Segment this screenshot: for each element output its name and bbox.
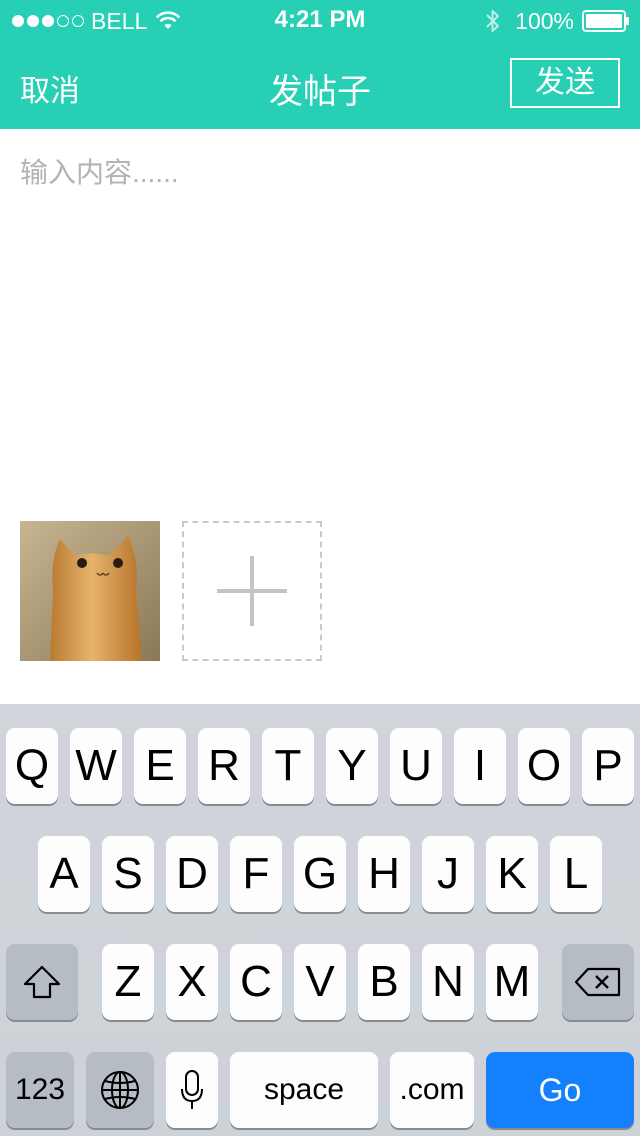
key-a[interactable]: A <box>38 836 90 912</box>
key-i[interactable]: I <box>454 728 506 804</box>
space-key[interactable]: space <box>230 1052 378 1128</box>
shift-key[interactable] <box>6 944 78 1020</box>
attached-photo-thumbnail[interactable] <box>20 521 160 661</box>
key-n[interactable]: N <box>422 944 474 1020</box>
key-h[interactable]: H <box>358 836 410 912</box>
go-key[interactable]: Go <box>486 1052 634 1128</box>
key-s[interactable]: S <box>102 836 154 912</box>
globe-key[interactable] <box>86 1052 154 1128</box>
key-u[interactable]: U <box>390 728 442 804</box>
key-o[interactable]: O <box>518 728 570 804</box>
key-f[interactable]: F <box>230 836 282 912</box>
key-v[interactable]: V <box>294 944 346 1020</box>
key-w[interactable]: W <box>70 728 122 804</box>
add-photo-button[interactable] <box>182 521 322 661</box>
dotcom-key[interactable]: .com <box>390 1052 474 1128</box>
backspace-icon <box>574 967 621 997</box>
battery-percentage: 100% <box>515 7 574 34</box>
key-k[interactable]: K <box>486 836 538 912</box>
status-bar: BELL 4:21 PM 100% <box>0 0 640 40</box>
key-j[interactable]: J <box>422 836 474 912</box>
send-button[interactable]: 发送 <box>510 58 620 108</box>
key-g[interactable]: G <box>294 836 346 912</box>
key-p[interactable]: P <box>582 728 634 804</box>
keyboard: Q W E R T Y U I O P A S D F G H J K L Z … <box>0 704 640 1136</box>
nav-bar: 取消 发帖子 发送 <box>0 40 640 129</box>
microphone-key[interactable] <box>166 1052 218 1128</box>
numbers-key[interactable]: 123 <box>6 1052 74 1128</box>
key-z[interactable]: Z <box>102 944 154 1020</box>
shift-icon <box>23 965 61 999</box>
backspace-key[interactable] <box>562 944 634 1020</box>
key-r[interactable]: R <box>198 728 250 804</box>
key-x[interactable]: X <box>166 944 218 1020</box>
key-q[interactable]: Q <box>6 728 58 804</box>
microphone-icon <box>181 1070 203 1109</box>
key-c[interactable]: C <box>230 944 282 1020</box>
key-y[interactable]: Y <box>326 728 378 804</box>
battery-icon <box>582 10 629 32</box>
status-right: 100% <box>485 8 630 34</box>
key-m[interactable]: M <box>486 944 538 1020</box>
bluetooth-icon <box>486 10 500 32</box>
key-e[interactable]: E <box>134 728 186 804</box>
cat-figurine-image <box>20 521 160 661</box>
key-d[interactable]: D <box>166 836 218 912</box>
header: BELL 4:21 PM 100% 取消 发帖子 发送 <box>0 0 640 129</box>
plus-icon <box>217 556 287 626</box>
key-t[interactable]: T <box>262 728 314 804</box>
content-input[interactable] <box>0 129 640 499</box>
key-l[interactable]: L <box>550 836 602 912</box>
globe-icon <box>101 1071 139 1109</box>
key-b[interactable]: B <box>358 944 410 1020</box>
